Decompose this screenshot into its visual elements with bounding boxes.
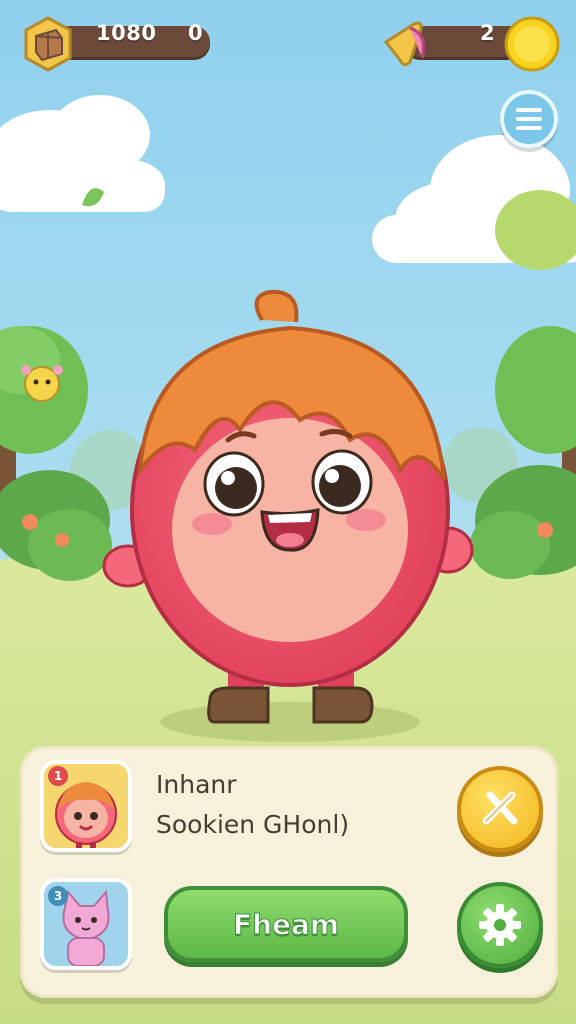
menu-icon-line	[516, 126, 542, 130]
primary-action-label: Fheam	[232, 907, 340, 941]
crossed-tools-icon	[482, 791, 518, 825]
horn-icon	[383, 21, 425, 67]
character-panel: 1 3 Inhanr Sookien GHonl) Fheam	[20, 746, 558, 998]
portrait-badge: 3	[48, 886, 68, 906]
gear-icon	[479, 904, 521, 946]
hud-right-resource[interactable]: 2	[380, 16, 560, 72]
horn-count: 2	[480, 21, 496, 45]
panel-subtitle: Sookien GHonl)	[156, 810, 350, 839]
menu-icon-line	[516, 108, 542, 112]
settings-button[interactable]	[457, 882, 543, 968]
portrait-badge: 1	[48, 766, 68, 786]
wood-extra-count: 0	[188, 21, 204, 45]
panel-title: Inhanr	[156, 770, 237, 799]
tools-button[interactable]	[457, 766, 543, 852]
gold-coin-icon	[504, 16, 560, 72]
wood-count: 1080	[96, 21, 157, 45]
hud-left-resource[interactable]: 1080 0	[20, 16, 212, 72]
menu-button[interactable]	[500, 90, 558, 148]
primary-action-button[interactable]: Fheam	[164, 886, 408, 962]
menu-icon-line	[516, 117, 542, 121]
wood-crate-icon	[24, 16, 72, 72]
